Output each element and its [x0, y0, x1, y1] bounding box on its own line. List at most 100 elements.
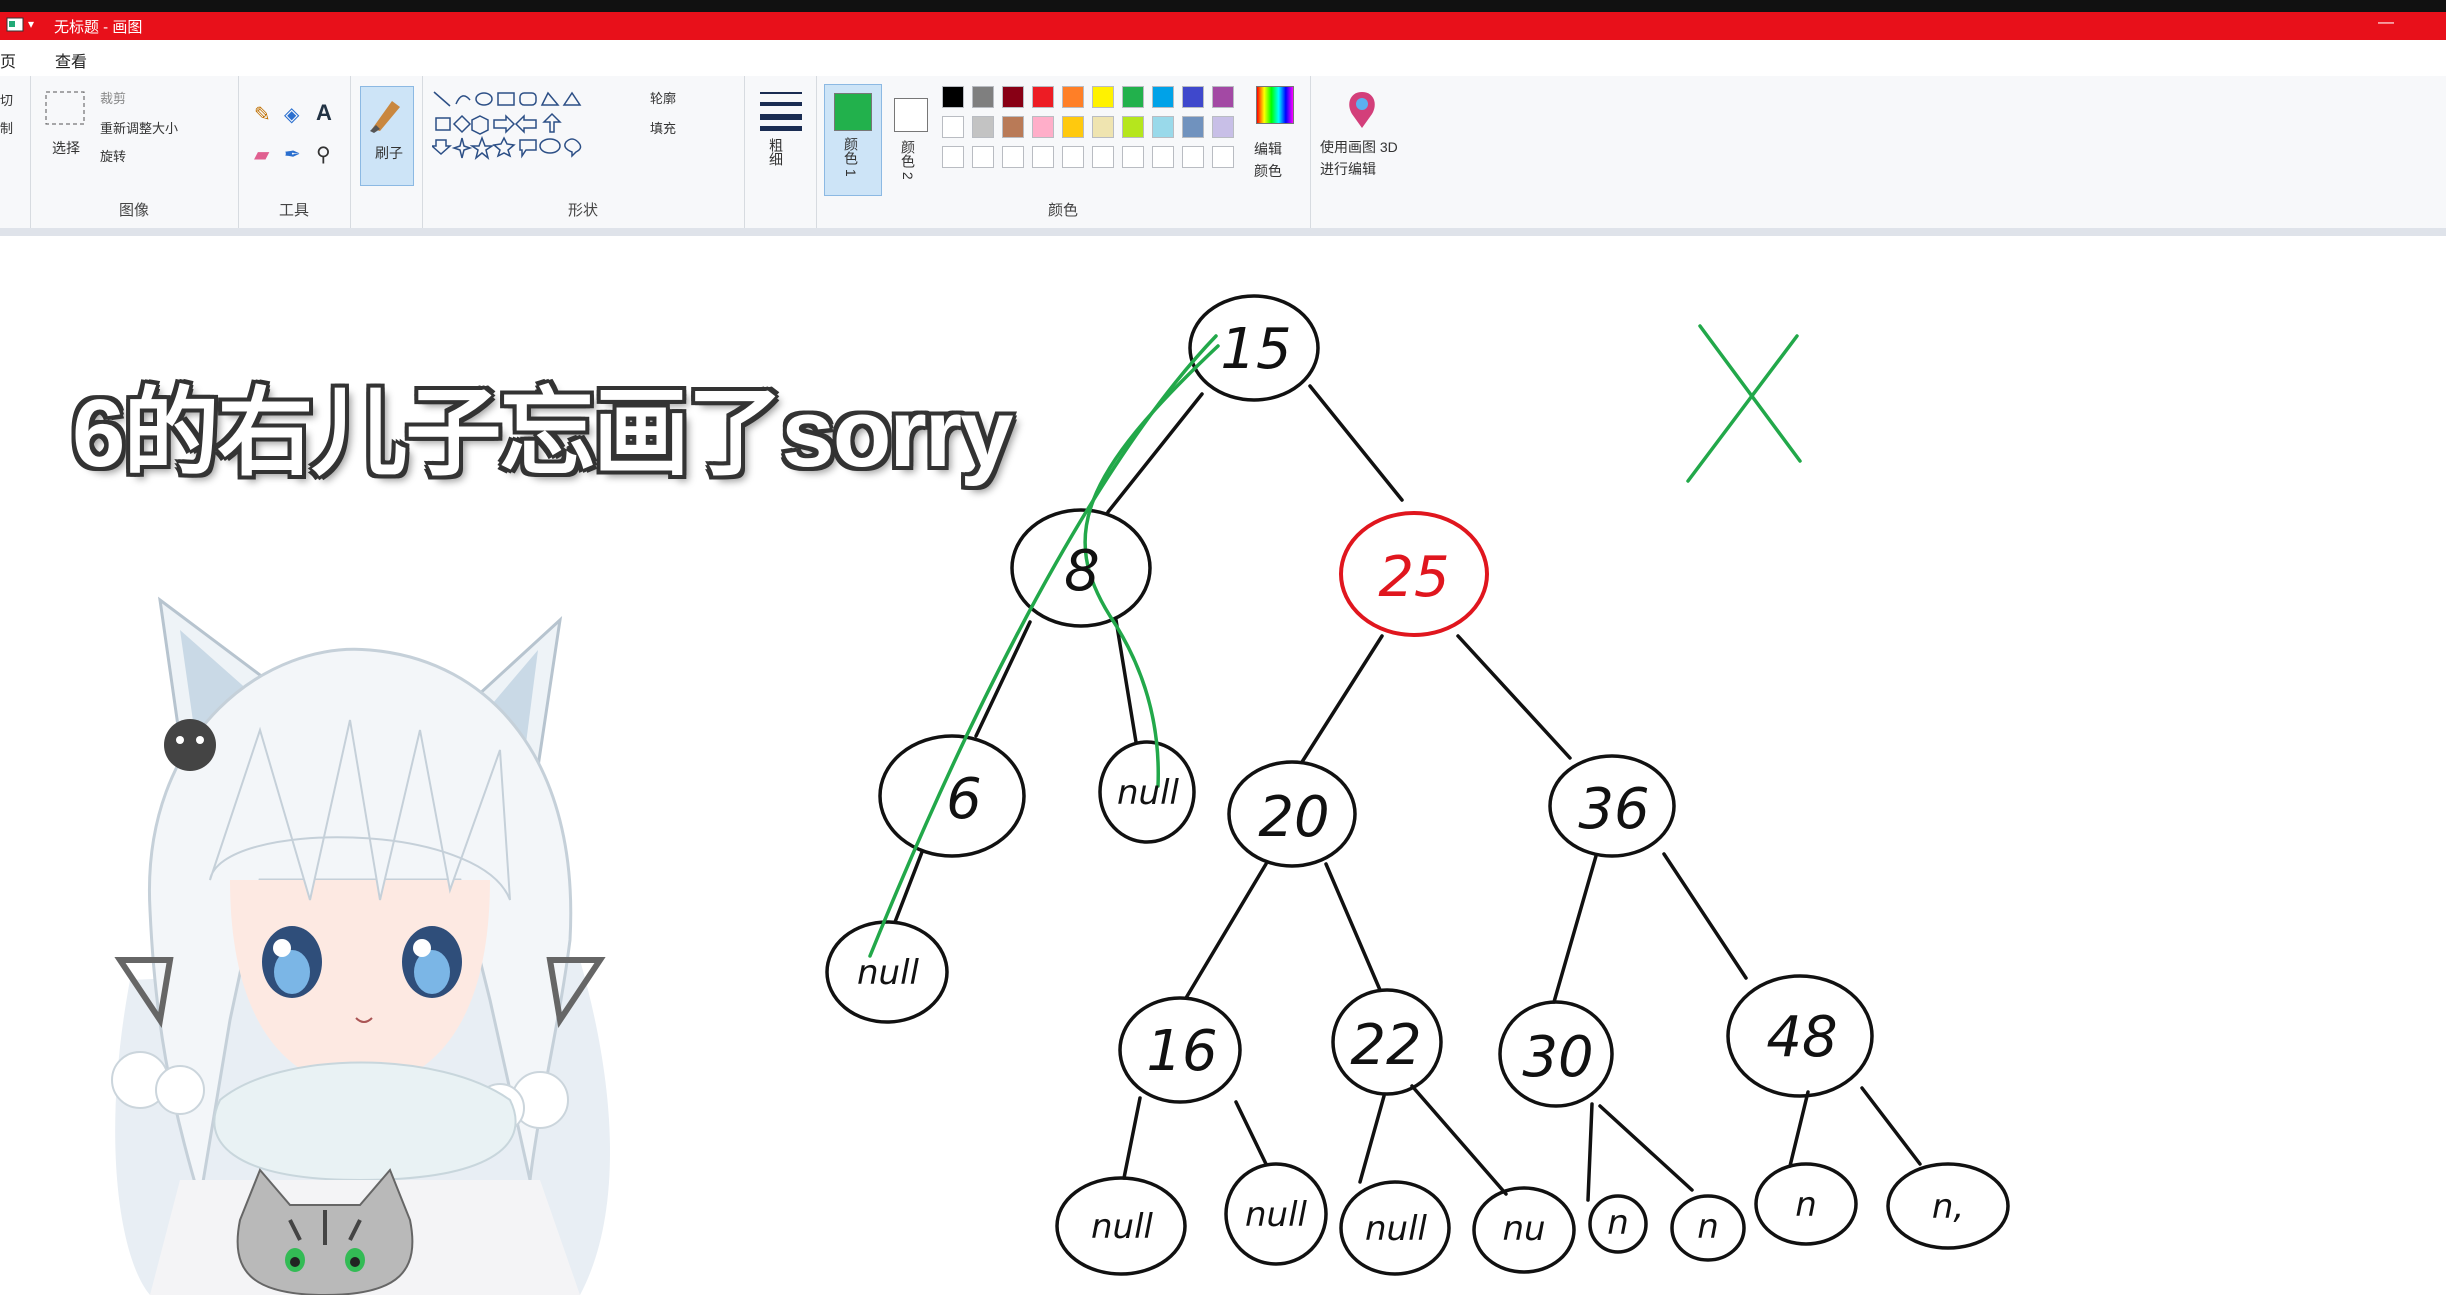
- color-picker-icon[interactable]: ✒: [284, 142, 301, 167]
- palette-swatch[interactable]: [1092, 146, 1114, 168]
- minimize-button[interactable]: —: [2378, 14, 2394, 32]
- select-button[interactable]: 选择: [52, 138, 80, 158]
- edge-16-right: [1234, 1100, 1268, 1166]
- colors-group-label: 颜色: [1047, 202, 1078, 219]
- quick-access-dropdown-icon[interactable]: ▾: [28, 17, 34, 31]
- palette-swatch[interactable]: [1062, 116, 1084, 138]
- node-6-left-null-label: null: [857, 953, 920, 993]
- ribbon: 切 制 选择 裁剪 重新调整大小 旋转 图像 ✎ ◈ A ▰ ✒ ⚲ 工具 刷子: [0, 76, 2446, 229]
- palette-swatch[interactable]: [1122, 116, 1144, 138]
- copy-button[interactable]: 制: [0, 118, 13, 137]
- palette-swatch[interactable]: [1212, 116, 1234, 138]
- magnifier-icon[interactable]: ⚲: [316, 142, 331, 167]
- tools-group: ✎ ◈ A ▰ ✒ ⚲ 工具: [238, 76, 351, 228]
- size-label[interactable]: 粗细: [766, 138, 786, 166]
- leaf-null-1-label: null: [1091, 1207, 1154, 1247]
- crop-button[interactable]: 裁剪: [100, 88, 126, 107]
- select-icon[interactable]: [44, 90, 88, 130]
- eraser-icon[interactable]: ▰: [254, 142, 269, 167]
- palette-swatch[interactable]: [1092, 86, 1114, 108]
- palette-swatch[interactable]: [1002, 146, 1024, 168]
- palette-swatch[interactable]: [1182, 86, 1204, 108]
- palette-swatch[interactable]: [1002, 86, 1024, 108]
- palette-swatch[interactable]: [1152, 146, 1174, 168]
- window-title: 无标题 - 画图: [54, 19, 143, 36]
- palette-swatch[interactable]: [942, 146, 964, 168]
- size-icon[interactable]: [758, 88, 804, 132]
- green-path-1: [868, 334, 1218, 958]
- rotate-button[interactable]: 旋转: [100, 146, 126, 165]
- tab-view[interactable]: 查看: [55, 48, 87, 72]
- node-20-label: 20: [1258, 785, 1329, 850]
- color1-label: 颜色 1: [843, 137, 859, 177]
- tab-home[interactable]: 页: [0, 48, 16, 72]
- palette-swatch[interactable]: [972, 86, 994, 108]
- text-icon[interactable]: A: [316, 100, 332, 126]
- edge-15-25: [1308, 384, 1404, 502]
- paint3d-label[interactable]: 使用画图 3D 进行编辑: [1320, 136, 1404, 180]
- shapes-gallery[interactable]: [432, 90, 632, 170]
- node-36-label: 36: [1578, 777, 1649, 842]
- pencil-icon[interactable]: ✎: [254, 102, 271, 127]
- palette-swatch[interactable]: [1212, 146, 1234, 168]
- edit-colors-button[interactable]: 编辑颜色: [1250, 86, 1300, 186]
- palette-swatch[interactable]: [1122, 86, 1144, 108]
- edge-48-right: [1860, 1086, 1922, 1166]
- palette-swatch[interactable]: [1032, 146, 1054, 168]
- cut-button[interactable]: 切: [0, 90, 13, 109]
- palette-swatch[interactable]: [972, 116, 994, 138]
- fill-button[interactable]: 填充: [650, 118, 676, 137]
- palette-swatch[interactable]: [1062, 86, 1084, 108]
- title-bar: ▾ 无标题 - 画图 —: [0, 12, 2446, 40]
- palette-swatch[interactable]: [972, 146, 994, 168]
- paint3d-group: 使用画图 3D 进行编辑: [1310, 76, 1410, 228]
- edge-8-6: [974, 620, 1032, 738]
- tree-drawing: 15 8 25 6 20 36 16 22 30 48 null null nu…: [825, 294, 2010, 1276]
- palette-swatch[interactable]: [1122, 146, 1144, 168]
- paint-app-icon[interactable]: [6, 16, 24, 34]
- ribbon-divider: [0, 228, 2446, 236]
- clipboard-group: 切 制: [0, 76, 31, 228]
- edge-30-right: [1598, 1104, 1694, 1192]
- palette-swatch[interactable]: [1212, 86, 1234, 108]
- palette-swatch[interactable]: [1152, 86, 1174, 108]
- palette-swatch[interactable]: [942, 86, 964, 108]
- edge-30-left: [1586, 1102, 1594, 1202]
- brush-button[interactable]: 刷子: [360, 86, 414, 186]
- palette-swatch[interactable]: [1152, 116, 1174, 138]
- node-16-label: 16: [1146, 1019, 1217, 1084]
- size-group: 粗细: [744, 76, 817, 228]
- edge-8-null: [1114, 618, 1138, 744]
- edge-36-30: [1552, 854, 1598, 1004]
- edge-48-left: [1788, 1090, 1810, 1168]
- edge-20-22: [1324, 862, 1382, 992]
- paint3d-icon[interactable]: [1344, 90, 1380, 130]
- fill-icon[interactable]: ◈: [284, 102, 299, 127]
- node-48-label: 48: [1766, 1005, 1837, 1070]
- color2-swatch: [894, 98, 928, 132]
- palette-swatch[interactable]: [1182, 146, 1204, 168]
- edge-25-36: [1456, 634, 1572, 760]
- outline-button[interactable]: 轮廓: [650, 88, 676, 107]
- palette-swatch[interactable]: [1002, 116, 1024, 138]
- palette-swatch[interactable]: [942, 116, 964, 138]
- node-22-label: 22: [1350, 1013, 1421, 1078]
- leaf-null-3-label: null: [1365, 1209, 1428, 1249]
- color2-button[interactable]: 颜色 2: [886, 84, 938, 194]
- palette-swatch[interactable]: [1092, 116, 1114, 138]
- color1-button[interactable]: 颜色 1: [824, 84, 882, 196]
- brush-icon: [370, 101, 400, 133]
- shapes-group: 轮廓 填充 形状: [422, 76, 745, 228]
- palette-swatch[interactable]: [1032, 86, 1054, 108]
- rainbow-icon: [1256, 86, 1294, 124]
- palette-swatch[interactable]: [1032, 116, 1054, 138]
- color2-label: 颜色 2: [900, 140, 916, 180]
- edit-colors-label: 编辑颜色: [1254, 141, 1282, 179]
- menu-bar: 页 查看: [0, 40, 2446, 76]
- tools-group-label: 工具: [278, 202, 309, 219]
- node-25-label: 25: [1378, 545, 1449, 610]
- leaf-n-1-label: n: [1607, 1203, 1629, 1243]
- palette-swatch[interactable]: [1062, 146, 1084, 168]
- resize-button[interactable]: 重新调整大小: [100, 118, 178, 137]
- palette-swatch[interactable]: [1182, 116, 1204, 138]
